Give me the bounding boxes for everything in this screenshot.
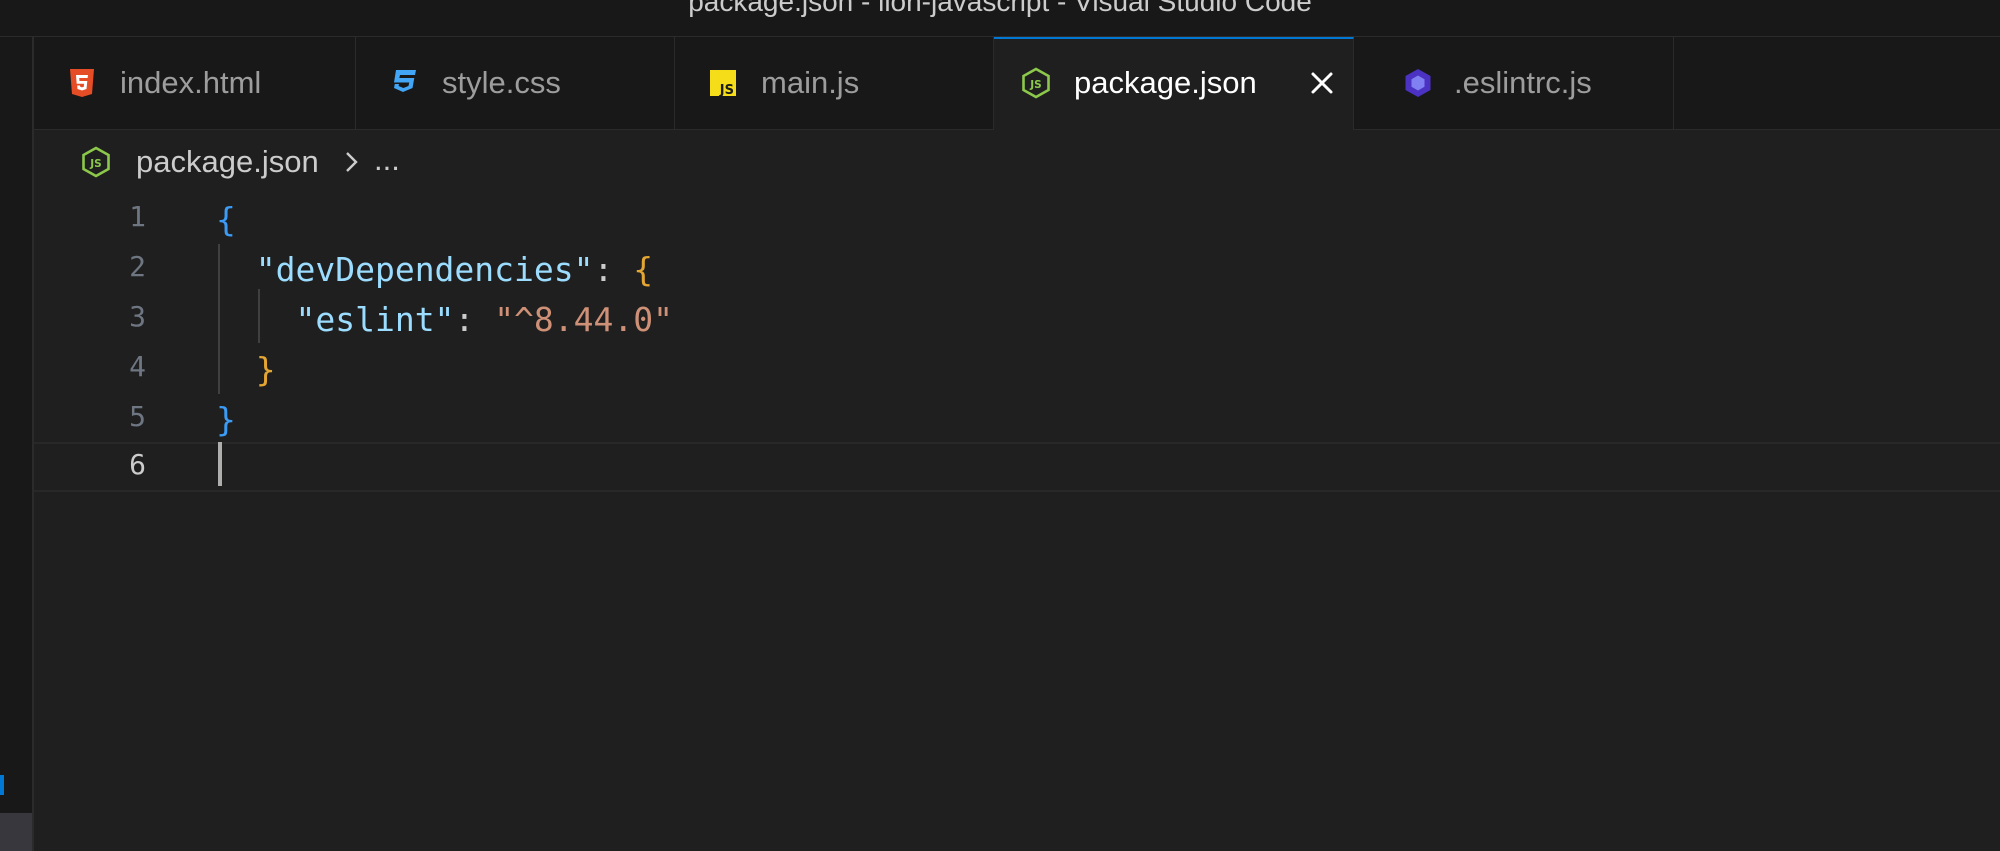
- line-number: 1: [129, 200, 146, 233]
- code-content: }: [216, 400, 236, 439]
- code-line: 1 {: [34, 194, 2000, 244]
- activity-indicator: [0, 775, 4, 795]
- tab-eslintrc-js[interactable]: .eslintrc.js: [1354, 37, 1674, 129]
- code-token-brace-1: }: [216, 400, 236, 439]
- activity-bar: [0, 37, 34, 851]
- html5-icon: [70, 69, 94, 97]
- svg-text:JS: JS: [719, 83, 734, 98]
- css3-icon: [394, 70, 416, 92]
- svg-text:JS: JS: [1029, 79, 1041, 91]
- js-icon: JS: [710, 70, 736, 98]
- tab-style-css[interactable]: style.css: [356, 37, 675, 129]
- tab-label: .eslintrc.js: [1454, 65, 1592, 100]
- tab-label: main.js: [761, 65, 860, 100]
- code-token-brace-2: }: [255, 350, 276, 389]
- code-token-brace-1: {: [216, 200, 236, 239]
- tab-main-js[interactable]: JS main.js: [675, 37, 994, 129]
- line-number: 2: [129, 250, 146, 283]
- breadcrumb-symbols[interactable]: ...: [374, 142, 400, 178]
- tab-label: index.html: [120, 65, 262, 100]
- title-bar: package.json - lion-javascript - Visual …: [0, 0, 2000, 37]
- window-title: package.json - lion-javascript - Visual …: [688, 0, 1312, 17]
- code-token-punct: :: [593, 250, 634, 289]
- code-token-punct: :: [454, 300, 495, 339]
- code-content: "devDependencies": {: [216, 250, 653, 289]
- code-content: }: [216, 350, 276, 389]
- code-line: 3 "eslint": "^8.44.0": [34, 294, 2000, 344]
- code-token-brace-2: {: [633, 250, 654, 289]
- svg-text:JS: JS: [89, 158, 101, 170]
- line-number: 6: [129, 448, 146, 481]
- text-cursor: [218, 442, 222, 486]
- eslint-icon: [1405, 69, 1431, 97]
- line-number: 3: [129, 300, 146, 333]
- code-line-current: 6: [34, 442, 2000, 492]
- tab-package-json[interactable]: JS package.json: [994, 37, 1354, 130]
- breadcrumb: JS package.json ...: [34, 130, 2000, 194]
- code-token-key: "devDependencies": [255, 250, 594, 289]
- line-number: 4: [129, 350, 146, 383]
- chevron-right-icon: [346, 152, 358, 172]
- tab-index-html[interactable]: index.html: [34, 37, 356, 129]
- code-line: 4 }: [34, 344, 2000, 394]
- tab-label: package.json: [1074, 65, 1257, 100]
- nodejs-icon: JS: [1022, 67, 1050, 99]
- close-icon[interactable]: [1304, 65, 1340, 101]
- activity-item-selected[interactable]: [0, 813, 32, 851]
- line-number: 5: [129, 400, 146, 433]
- editor-tab-strip: index.html style.css JS main.js JS packa…: [34, 37, 2000, 130]
- code-content: {: [216, 200, 236, 239]
- code-content: "eslint": "^8.44.0": [216, 300, 673, 339]
- code-token-key: "eslint": [295, 300, 455, 339]
- tab-label: style.css: [442, 65, 561, 100]
- code-token-string: "^8.44.0": [494, 300, 673, 339]
- code-line: 5 }: [34, 394, 2000, 444]
- nodejs-icon: JS: [82, 146, 110, 178]
- code-line: 2 "devDependencies": {: [34, 244, 2000, 294]
- breadcrumb-file[interactable]: package.json: [136, 144, 319, 180]
- code-editor[interactable]: 1 { 2 "devDependencies": { 3 "eslint": "…: [34, 194, 2000, 851]
